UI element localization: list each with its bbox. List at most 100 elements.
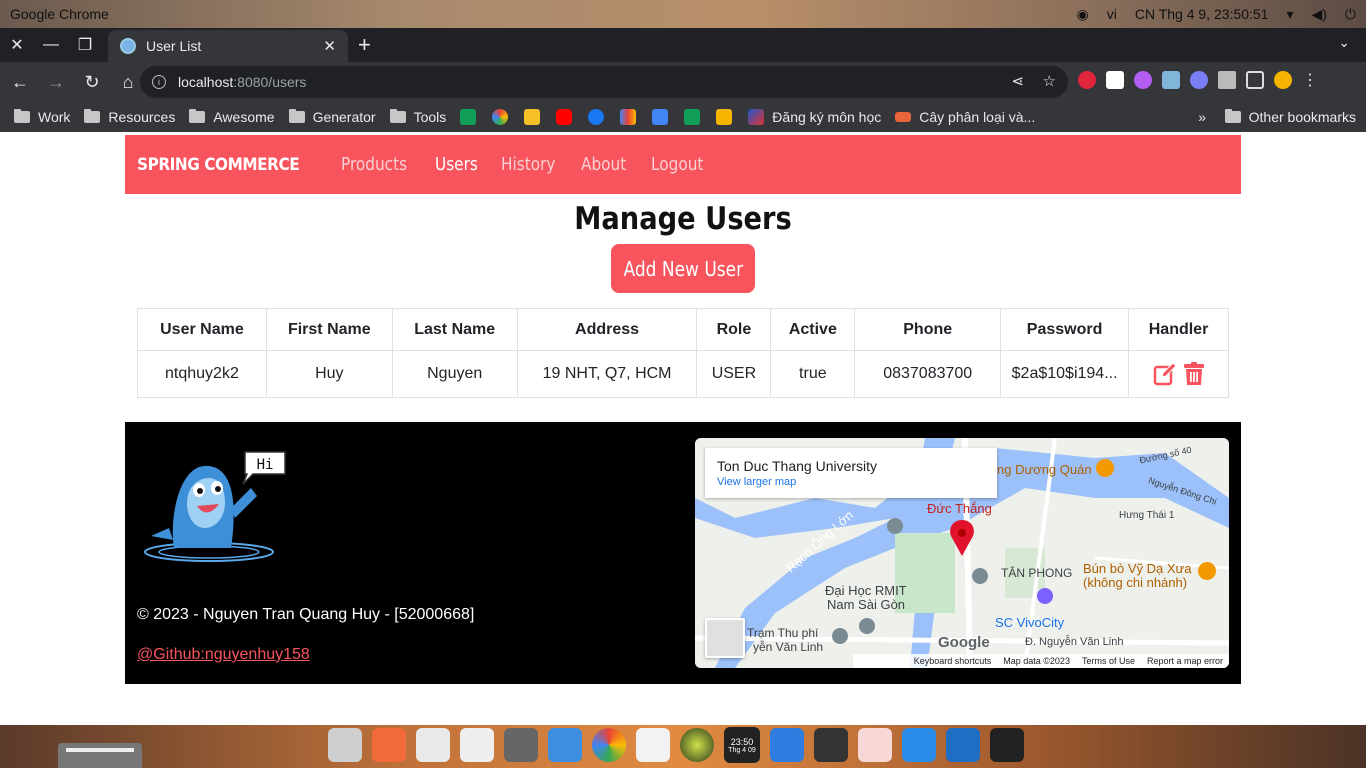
nav-history[interactable]: History (501, 154, 555, 175)
embedded-map[interactable]: Đức Thắng Rạch Ông Lớn Đại Học RMIT Nam … (695, 438, 1229, 668)
sheets-icon-2[interactable] (684, 108, 701, 125)
view-larger-map-link[interactable]: View larger map (717, 476, 985, 488)
dock-apps: 23:50 Thg 4 09 (328, 727, 1024, 763)
wps-icon[interactable] (770, 728, 804, 762)
map-street-view-button[interactable] (705, 618, 745, 658)
text-editor-icon[interactable] (460, 728, 494, 762)
dock-panel-icon[interactable] (58, 743, 142, 768)
page-title: Manage Users (574, 201, 792, 237)
brand-link[interactable]: SPRING COMMERCE (137, 155, 300, 175)
photos-icon[interactable] (492, 108, 509, 125)
add-user-button[interactable]: Add New User (611, 244, 755, 293)
power-icon[interactable]: ⏻ (1345, 6, 1356, 23)
bookmark-resources[interactable]: Resources (84, 108, 175, 125)
forward-icon[interactable]: → (40, 72, 72, 93)
site-info-icon[interactable]: i (152, 75, 166, 89)
facebook-icon[interactable] (588, 108, 605, 125)
side-panel-icon[interactable] (1246, 71, 1264, 89)
map-label: yễn Văn Linh (753, 640, 824, 654)
cell-first-name: Huy (265, 350, 393, 398)
close-tab-icon[interactable]: ✕ (323, 37, 336, 55)
terminal-icon[interactable] (990, 728, 1024, 762)
workspace-icon[interactable] (548, 728, 582, 762)
url-path: :8080/users (233, 74, 307, 90)
tdtu-icon (748, 108, 765, 125)
google-logo: Google (938, 634, 990, 651)
menu-dots-icon[interactable]: ⋮ (1302, 70, 1318, 90)
bookmark-tools[interactable]: Tools (389, 108, 446, 125)
github-link[interactable]: @Github:nguyenhuy158 (137, 646, 310, 664)
nav-about[interactable]: About (581, 154, 626, 175)
address-bar[interactable]: i localhost:8080/users ⋖ ☆ (140, 66, 1068, 98)
bookmark-cay-phan-loai[interactable]: Cây phân loại và... (895, 109, 1035, 125)
nav-users[interactable]: Users (435, 154, 478, 175)
delete-icon[interactable] (1183, 362, 1205, 386)
bookmark-work[interactable]: Work (14, 108, 70, 125)
docs-icon[interactable] (652, 108, 669, 125)
camera-app-icon[interactable] (814, 728, 848, 762)
vscode-icon[interactable] (946, 728, 980, 762)
gmail-icon[interactable] (620, 108, 637, 125)
tab-user-list[interactable]: User List ✕ (108, 30, 348, 62)
camera-icon[interactable]: ◉ (1077, 6, 1089, 23)
extension-image-icon[interactable] (1162, 71, 1180, 89)
back-icon[interactable]: ← (4, 72, 36, 93)
map-label: Nam Sài Gòn (827, 597, 906, 612)
bookmark-dang-ky-mon-hoc[interactable]: Đăng ký môn học (748, 108, 881, 125)
bookmark-awesome[interactable]: Awesome (189, 108, 275, 125)
media-player-icon[interactable] (680, 728, 714, 762)
trash-icon[interactable] (858, 728, 892, 762)
col-first-name: First Name (265, 308, 393, 351)
extension-cloud-icon[interactable] (1134, 71, 1152, 89)
minimize-icon[interactable]: — (34, 28, 68, 62)
map-info-card: Ton Duc Thang University View larger map (705, 448, 997, 498)
wifi-icon[interactable]: ▾ (1286, 6, 1293, 23)
map-label: TÂN PHONG (1001, 566, 1073, 580)
map-label: Hưng Thái 1 (1119, 510, 1175, 521)
chrome-icon[interactable] (592, 728, 626, 762)
terms-link[interactable]: Terms of Use (1082, 656, 1135, 666)
site-navbar: SPRING COMMERCE Products Users History A… (125, 135, 1241, 194)
os-clock[interactable]: CN Thg 4 9, 23:50:51 (1135, 6, 1269, 22)
more-bookmarks-icon[interactable]: » (1198, 109, 1206, 125)
new-tab-icon[interactable]: + (358, 32, 371, 58)
keep-icon[interactable] (524, 108, 541, 125)
nav-products[interactable]: Products (341, 154, 407, 175)
folder-icon (84, 108, 101, 123)
tab-search-icon[interactable]: ⌄ (1338, 34, 1350, 51)
dock-clock[interactable]: 23:50 Thg 4 09 (724, 727, 760, 763)
users-table: User Name First Name Last Name Address R… (137, 308, 1229, 398)
volume-icon[interactable]: ◀) (1311, 6, 1326, 23)
nav-logout[interactable]: Logout (651, 154, 703, 175)
share-icon[interactable]: ⋖ (1011, 72, 1024, 90)
profile-avatar[interactable] (1274, 71, 1292, 89)
col-address: Address (516, 308, 698, 351)
restore-icon[interactable]: ❐ (68, 28, 102, 62)
map-label: Đại Học RMIT (825, 583, 907, 598)
gimp-icon[interactable] (636, 728, 670, 762)
edit-icon[interactable] (1153, 362, 1177, 386)
image-viewer-icon[interactable] (372, 728, 406, 762)
sheets-icon[interactable] (460, 108, 477, 125)
extension-b-icon[interactable] (1106, 71, 1124, 89)
files-icon[interactable] (328, 728, 362, 762)
youtube-icon[interactable] (556, 108, 573, 125)
close-window-icon[interactable]: ✕ (0, 28, 34, 62)
screenshot-tool-icon[interactable] (504, 728, 538, 762)
reload-icon[interactable]: ↻ (76, 72, 108, 93)
report-error-link[interactable]: Report a map error (1147, 656, 1223, 666)
updater-icon[interactable] (902, 728, 936, 762)
bookmark-star-icon[interactable]: ☆ (1043, 72, 1056, 90)
cell-role: USER (696, 350, 772, 398)
col-role: Role (696, 308, 772, 351)
extensions-puzzle-icon[interactable] (1218, 71, 1236, 89)
slides-icon[interactable] (716, 108, 733, 125)
input-language[interactable]: vi (1107, 6, 1117, 22)
document-viewer-icon[interactable] (416, 728, 450, 762)
adblock-icon[interactable] (1078, 71, 1096, 89)
bookmark-generator[interactable]: Generator (288, 108, 376, 125)
extension-link-icon[interactable] (1190, 71, 1208, 89)
other-bookmarks[interactable]: Other bookmarks (1224, 108, 1356, 125)
keyboard-shortcuts-link[interactable]: Keyboard shortcuts (914, 656, 992, 666)
col-phone: Phone (854, 308, 1002, 351)
